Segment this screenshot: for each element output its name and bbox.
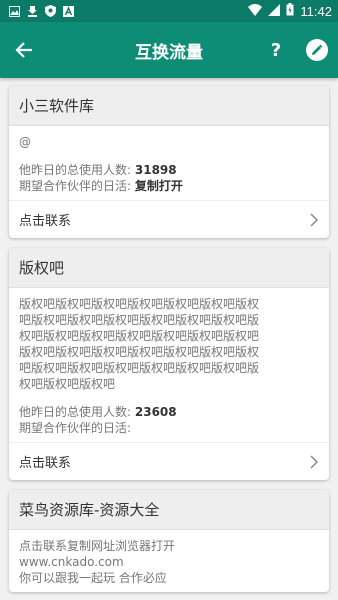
wifi-icon xyxy=(248,3,263,19)
status-time: 11:42 xyxy=(300,3,332,19)
card-body: @ 他昨日的总使用人数: 31898 期望合作伙伴的日活: 复制打开 xyxy=(9,126,329,200)
back-button[interactable] xyxy=(10,36,38,64)
image-icon xyxy=(8,5,20,17)
battery-icon xyxy=(286,3,294,19)
card-title: 版权吧 xyxy=(9,248,329,288)
status-icons-left xyxy=(8,5,74,17)
contact-label: 点击联系 xyxy=(19,214,72,229)
shield-icon xyxy=(44,5,56,17)
status-bar: 11:42 xyxy=(0,0,338,22)
users-row: 他昨日的总使用人数: 31898 xyxy=(19,162,319,178)
contact-label: 点击联系 xyxy=(19,456,72,471)
arrow-left-icon xyxy=(15,42,32,58)
card-description-line: www.cnkado.com xyxy=(19,555,124,569)
card-description: 版权吧版权吧版权吧版权吧版权吧版权吧版权吧版权吧版权吧版权吧版权吧版权吧版权吧版… xyxy=(19,297,260,391)
partner-list: 小三软件库 @ 他昨日的总使用人数: 31898 期望合作伙伴的日活: 复制打开… xyxy=(0,78,338,592)
partner-card: 菜鸟资源库-资源大全 点击联系复制网址浏览器打开 www.cnkado.com … xyxy=(9,490,329,592)
partner-row: 期望合作伙伴的日活: xyxy=(19,420,319,436)
card-description-line: 点击联系复制网址浏览器打开 xyxy=(19,539,176,553)
partner-card: 版权吧 版权吧版权吧版权吧版权吧版权吧版权吧版权吧版权吧版权吧版权吧版权吧版权吧… xyxy=(9,248,329,480)
card-description-line: 你可以跟我一起玩 合作必应 xyxy=(19,571,167,585)
download-icon xyxy=(26,5,38,17)
card-title: 小三软件库 xyxy=(9,86,329,126)
card-body: 版权吧版权吧版权吧版权吧版权吧版权吧版权吧版权吧版权吧版权吧版权吧版权吧版权吧版… xyxy=(9,288,329,442)
edit-button[interactable] xyxy=(306,39,328,61)
pencil-icon xyxy=(312,44,323,55)
partner-value: 复制打开 xyxy=(134,179,183,193)
card-body: 点击联系复制网址浏览器打开 www.cnkado.com 你可以跟我一起玩 合作… xyxy=(9,530,329,592)
contact-button[interactable]: 点击联系 xyxy=(9,200,329,238)
card-title: 菜鸟资源库-资源大全 xyxy=(9,490,329,530)
partner-label: 期望合作伙伴的日活: xyxy=(19,421,132,435)
users-label: 他昨日的总使用人数: xyxy=(19,405,132,419)
users-label: 他昨日的总使用人数: xyxy=(19,163,132,177)
text-icon xyxy=(62,5,74,17)
contact-button[interactable]: 点击联系 xyxy=(9,442,329,480)
help-button[interactable]: ? xyxy=(266,40,286,61)
chevron-right-icon xyxy=(310,454,319,469)
partner-card: 小三软件库 @ 他昨日的总使用人数: 31898 期望合作伙伴的日活: 复制打开… xyxy=(9,86,329,238)
card-stats: 他昨日的总使用人数: 23608 期望合作伙伴的日活: xyxy=(19,404,319,436)
users-value: 23608 xyxy=(134,405,177,419)
users-row: 他昨日的总使用人数: 23608 xyxy=(19,404,319,420)
partner-label: 期望合作伙伴的日活: xyxy=(19,179,132,193)
app-bar-actions: ? xyxy=(266,39,328,61)
app-bar: 互换流量 ? xyxy=(0,22,338,78)
users-value: 31898 xyxy=(134,163,177,177)
partner-row: 期望合作伙伴的日活: 复制打开 xyxy=(19,178,319,194)
card-description: @ xyxy=(19,135,31,149)
signal-icon xyxy=(268,3,281,19)
card-stats: 他昨日的总使用人数: 31898 期望合作伙伴的日活: 复制打开 xyxy=(19,162,319,194)
status-icons-right: 11:42 xyxy=(248,3,332,19)
chevron-right-icon xyxy=(310,212,319,227)
